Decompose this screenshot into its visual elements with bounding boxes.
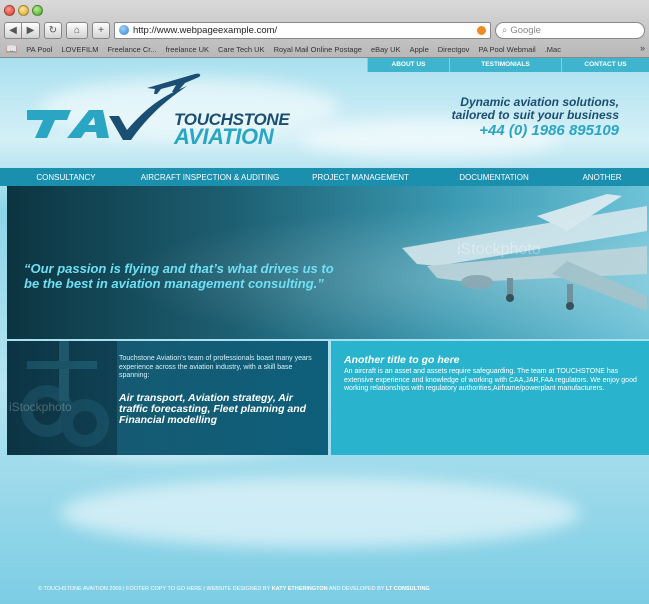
header-tagline: Dynamic aviation solutions, tailored to … xyxy=(451,96,619,140)
skills-panel: iStockphoto Touchstone Aviation’s team o… xyxy=(7,341,328,455)
url-text[interactable]: http://www.webpageexample.com/ xyxy=(133,25,473,36)
address-bar[interactable]: http://www.webpageexample.com/ xyxy=(114,21,491,39)
nav-about-us[interactable]: ABOUT US xyxy=(367,58,449,72)
logo-line-2: AVIATION xyxy=(174,124,274,150)
bookmark-item[interactable]: Apple xyxy=(410,45,429,54)
hero-quote: “Our passion is flying and that’s what d… xyxy=(24,261,334,291)
bookmark-item[interactable]: Directgov xyxy=(438,45,470,54)
home-button[interactable]: ⌂ xyxy=(66,21,88,39)
minimize-window-button[interactable] xyxy=(18,5,29,16)
forward-button[interactable]: ▶ xyxy=(22,21,40,39)
top-nav: ABOUT US TESTIMONIALS CONTACT US xyxy=(367,58,649,72)
bookmarks-book-icon[interactable]: 📖 xyxy=(6,44,17,55)
nav-contact-us[interactable]: CONTACT US xyxy=(561,58,649,72)
footer-developer-link[interactable]: LT CONSULTING xyxy=(386,586,430,592)
phone-number[interactable]: +44 (0) 1986 895109 xyxy=(452,122,619,139)
history-buttons: ◀ ▶ xyxy=(4,21,40,39)
footer-text: © TOUCHSTONE AVAITION 2009 | FOOTER COPY… xyxy=(38,586,272,592)
bookmark-item[interactable]: Royal Mail Online Postage xyxy=(274,45,362,54)
zoom-window-button[interactable] xyxy=(32,5,43,16)
cloud-decoration xyxy=(60,478,580,548)
browser-toolbar: ◀ ▶ ↻ ⌂ + http://www.webpageexample.com/… xyxy=(4,20,645,40)
nav-testimonials[interactable]: TESTIMONIALS xyxy=(449,58,561,72)
nav-project-management[interactable]: PROJECT MANAGEMENT xyxy=(288,173,433,182)
close-window-button[interactable] xyxy=(4,5,15,16)
bookmark-item[interactable]: PA Pool xyxy=(26,45,52,54)
back-button[interactable]: ◀ xyxy=(4,21,22,39)
site-logo[interactable]: TOUCHSTONE AVIATION xyxy=(27,68,290,148)
info-panel-body: An aircraft is an asset and assets requi… xyxy=(344,368,637,392)
site-icon xyxy=(119,25,129,35)
browser-chrome: ◀ ▶ ↻ ⌂ + http://www.webpageexample.com/… xyxy=(0,0,649,58)
landing-gear-photo: iStockphoto xyxy=(7,341,117,455)
nav-aircraft-inspection[interactable]: AIRCRAFT INSPECTION & AUDITING xyxy=(132,173,288,182)
search-icon: ⌕ xyxy=(502,24,508,36)
main-nav: CONSULTANCY AIRCRAFT INSPECTION & AUDITI… xyxy=(0,168,649,186)
web-page: ABOUT US TESTIMONIALS CONTACT US TOUCHST… xyxy=(0,58,649,604)
skills-intro: Touchstone Aviation’s team of profession… xyxy=(119,355,312,379)
bookmark-item[interactable]: eBay UK xyxy=(371,45,401,54)
skills-list: Air transport, Aviation strategy, Air tr… xyxy=(119,392,307,426)
footer-designer-link[interactable]: KATY ETHERINGTON xyxy=(272,586,328,592)
footer-mid-text: AND DEVELOPED BY xyxy=(327,586,386,592)
nav-consultancy[interactable]: CONSULTANCY xyxy=(0,173,132,182)
bookmark-item[interactable]: freelance UK xyxy=(166,45,209,54)
rss-icon[interactable] xyxy=(477,25,486,35)
search-placeholder: Google xyxy=(510,24,541,36)
tagline-line-2: tailored to suit your business xyxy=(451,108,619,122)
logo-wordmark: TOUCHSTONE AVIATION xyxy=(174,111,290,150)
bookmark-item[interactable]: LOVEFILM xyxy=(61,45,98,54)
nav-another[interactable]: ANOTHER xyxy=(555,173,649,182)
bookmark-item[interactable]: Freelance Cr... xyxy=(107,45,156,54)
bookmark-item[interactable]: PA Pool Webmail xyxy=(478,45,535,54)
hero-banner: iStockphoto “Our passion is flying and t… xyxy=(7,186,649,339)
bookmark-item[interactable]: Care Tech UK xyxy=(218,45,265,54)
panel-watermark: iStockphoto xyxy=(9,400,72,414)
bookmarks-bar: 📖 PA Pool LOVEFILM Freelance Cr... freel… xyxy=(0,42,649,57)
info-panel-title: Another title to go here xyxy=(344,354,460,366)
page-footer: © TOUCHSTONE AVAITION 2009 | FOOTER COPY… xyxy=(38,586,430,592)
hero-watermark: iStockphoto xyxy=(457,241,541,258)
bookmark-item[interactable]: .Mac xyxy=(545,45,561,54)
search-field[interactable]: ⌕ Google xyxy=(495,21,645,39)
reload-button[interactable]: ↻ xyxy=(44,21,62,39)
bookmarks-overflow-button[interactable]: » xyxy=(640,43,645,53)
nav-documentation[interactable]: DOCUMENTATION xyxy=(433,173,555,182)
window-controls xyxy=(4,5,43,16)
info-panel: Another title to go here An aircraft is … xyxy=(331,341,649,455)
add-bookmark-button[interactable]: + xyxy=(92,21,110,39)
